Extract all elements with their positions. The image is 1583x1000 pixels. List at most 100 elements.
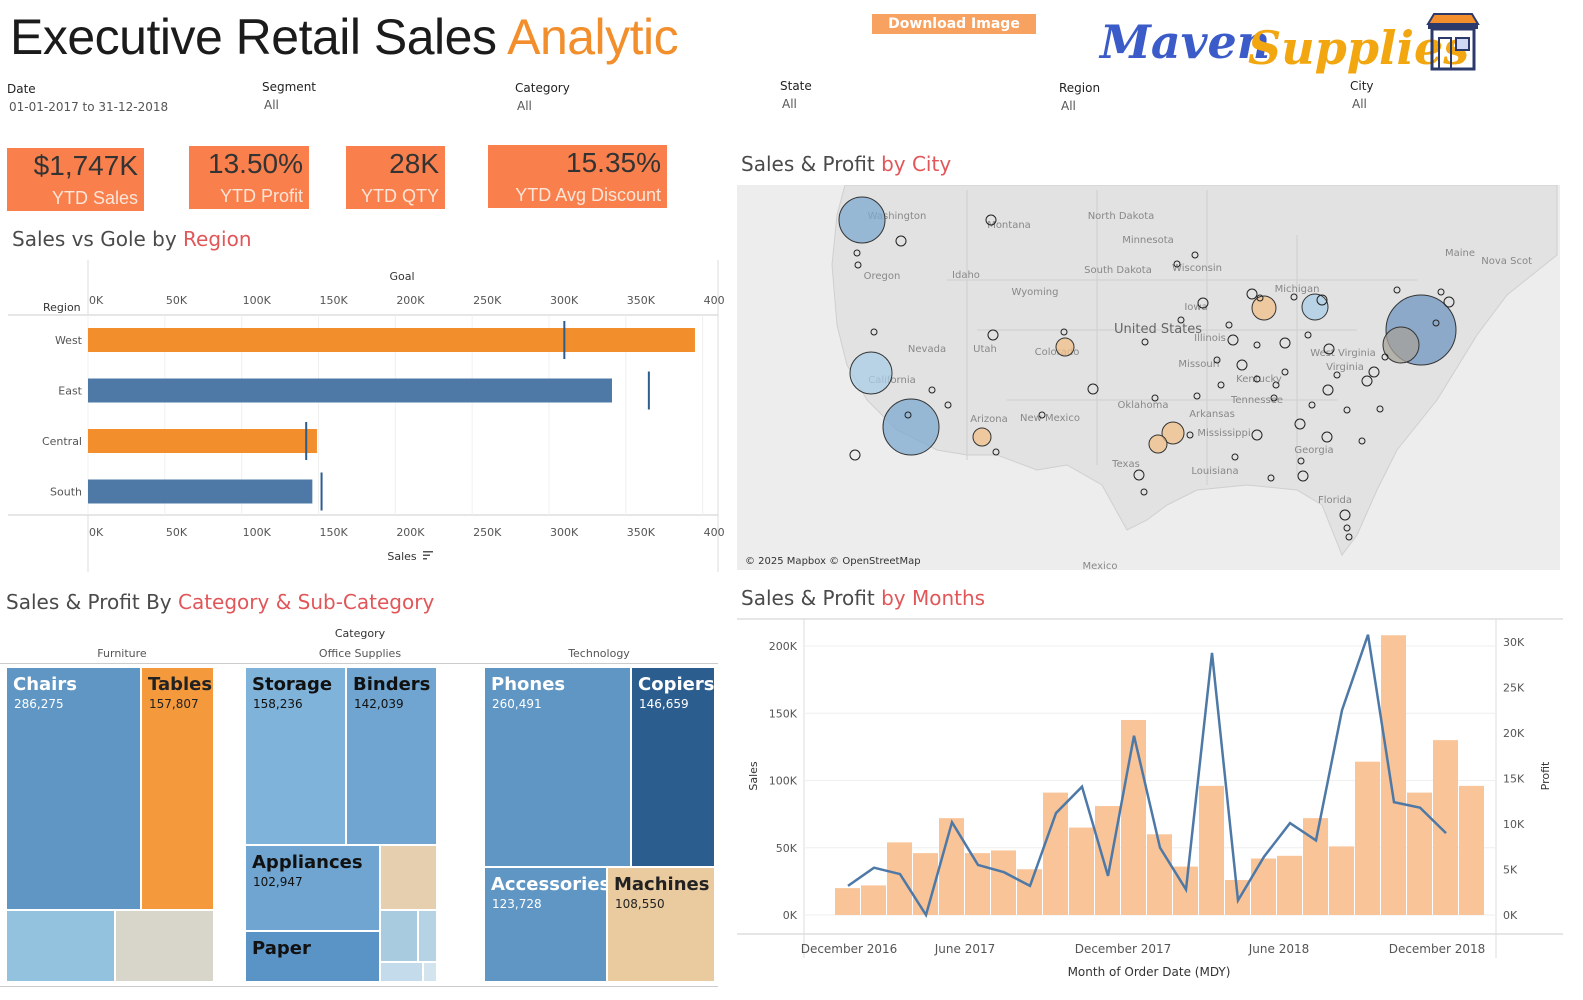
kpi-ytd-profit: 13.50% YTD Profit [189,146,309,209]
filter-region[interactable]: Region All [1059,81,1100,113]
months-sales-bar [1329,846,1354,915]
region-tick-top: 350K [627,294,656,307]
city-bubble [838,196,886,244]
country-label: United States [1114,322,1202,337]
treemap-envelopes[interactable] [380,910,418,962]
map-label: Oklahoma [1118,400,1169,411]
region-tick-bottom: 50K [166,526,188,539]
months-y2tick: 0K [1503,909,1518,922]
map-label: Illinois [1194,333,1226,344]
treemap-supplies[interactable] [423,962,437,982]
filter-category[interactable]: Category All [515,81,570,113]
map-attribution: © 2025 Mapbox © OpenStreetMap [745,556,921,567]
map-label: Utah [973,344,997,355]
region-tick-bottom: 200K [396,526,425,539]
treemap-cat-office-supplies: Office Supplies [318,647,402,660]
treemap-labels[interactable] [418,910,437,962]
months-sales-bar [1459,785,1484,915]
map-label: Nova Scot [1481,256,1532,267]
sort-icon [423,551,433,560]
filter-state[interactable]: State All [780,79,812,111]
filter-city[interactable]: City All [1350,79,1374,111]
months-xtick: June 2017 [934,942,996,956]
treemap-header: Category [334,627,386,640]
treemap-accessories[interactable]: Accessories 123,728 [484,867,610,982]
goal-axis-title: Goal [389,270,414,283]
filter-segment[interactable]: Segment All [262,80,316,112]
region-bar-south [88,479,313,504]
map-label: Montana [987,220,1031,231]
months-sales-bar [939,818,964,915]
months-sales-bar [1251,858,1276,915]
map-label: Nevada [908,344,946,355]
months-ytick: 150K [769,707,798,720]
download-image-button[interactable]: Download Image [872,14,1036,34]
months-y2tick: 15K [1503,773,1525,786]
filter-date[interactable]: Date 01-01-2017 to 31-12-2018 [7,82,168,114]
region-bar-east [88,378,612,403]
city-bubble [1301,293,1329,321]
treemap-binders[interactable]: Binders 142,039 [346,667,437,845]
kpi-ytd-avg-discount: 15.35% YTD Avg Discount [488,145,667,208]
region-tick-top: 200K [396,294,425,307]
months-sales-bar [1121,719,1146,915]
map-label: Wyoming [1012,287,1059,298]
months-sales-bar [1095,806,1120,915]
region-tick-bottom: 350K [627,526,656,539]
sales-profit-city-map[interactable]: United States © 2025 Mapbox © OpenStreet… [737,185,1560,570]
treemap-paper[interactable]: Paper [245,931,380,982]
city-bubble [882,398,940,456]
map-label: South Dakota [1084,265,1152,276]
map-label: Michigan [1275,284,1320,295]
treemap-copiers[interactable]: Copiers 146,659 [631,667,715,867]
treemap-art[interactable] [380,845,437,910]
months-sales-bar [991,850,1016,915]
region-tick-top: 300K [550,294,579,307]
map-label: Georgia [1294,445,1333,456]
city-bubble [849,351,893,395]
treemap-chairs[interactable]: Chairs 286,275 [6,667,141,910]
treemap-appliances[interactable]: Appliances 102,947 [245,845,380,931]
months-xtick: December 2018 [1389,942,1486,956]
region-tick-top: 100K [243,294,272,307]
treemap-bookcases[interactable] [115,910,214,982]
months-sales-bar [1069,827,1094,915]
treemap-tables[interactable]: Tables 157,807 [141,667,214,910]
region-sales-vs-goal-chart: Goal Region Sales 0K 50K 100K 150K 200K 250K 3… [8,260,725,572]
city-bubble [1251,295,1277,321]
treemap-fasteners[interactable] [380,962,423,982]
logo-word-maven: Maven [1098,15,1270,69]
months-sales-bar [861,885,886,915]
treemap-machines[interactable]: Machines 108,550 [607,867,715,982]
region-tick-bottom: 300K [550,526,579,539]
months-y2tick: 30K [1503,636,1525,649]
months-ylabel: Sales [747,761,760,791]
section-title-category: Sales & Profit By Category & Sub-Categor… [6,590,435,614]
city-bubble [1148,434,1168,454]
months-y2tick: 20K [1503,727,1525,740]
map-label: New Mexico [1020,413,1080,424]
months-sales-bar [1355,761,1380,915]
map-label: Arizona [970,414,1008,425]
months-y2tick: 5K [1503,864,1518,877]
region-label-east: East [58,385,82,398]
months-sales-bar [1199,785,1224,915]
months-sales-bar [887,842,912,915]
months-ytick: 50K [776,842,798,855]
kpi-ytd-sales: $1,747K YTD Sales [7,148,144,211]
treemap-furnishings[interactable] [6,910,115,982]
region-tick-top: 50K [166,294,188,307]
months-y2tick: 25K [1503,682,1525,695]
region-tick-top: 250K [473,294,502,307]
months-sales-bar [835,888,860,915]
map-label: Kentucky [1236,374,1282,385]
region-row-header: Region [43,301,81,314]
treemap-storage[interactable]: Storage 158,236 [245,667,346,845]
map-label: Texas [1111,459,1140,470]
dashboard-title: Executive Retail Sales Analytic [10,9,679,65]
map-label: West Virginia [1310,348,1375,359]
months-ytick: 0K [783,909,798,922]
treemap-phones[interactable]: Phones 260,491 [484,667,631,867]
region-tick-bottom: 150K [319,526,348,539]
map-label: Louisiana [1191,466,1238,477]
